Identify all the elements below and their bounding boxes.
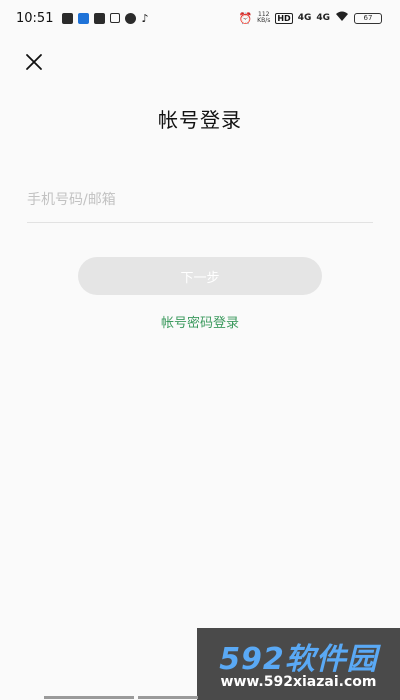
account-input[interactable]	[27, 182, 373, 218]
status-right: ⏰ 112 KB/s HD 4G 4G 67	[238, 11, 382, 25]
signal-2-icon: 4G	[316, 13, 330, 23]
page-title: 帐号登录	[158, 108, 242, 132]
tiktok-icon: ♪	[141, 11, 149, 25]
watermark-url: www.592xiazai.com	[220, 674, 377, 690]
next-button[interactable]: 下一步	[78, 257, 322, 295]
status-time: 10:51	[16, 10, 54, 26]
notification-app-icon	[78, 12, 90, 24]
signal-1-icon: 4G	[297, 13, 312, 23]
notification-app-icon	[62, 12, 74, 24]
battery-icon: 67	[354, 12, 382, 24]
close-button[interactable]	[22, 50, 46, 74]
account-input-wrapper	[27, 182, 373, 223]
wifi-icon	[335, 11, 349, 25]
password-login-link[interactable]: 帐号密码登录	[0, 312, 400, 331]
notification-app-icon	[110, 13, 121, 23]
watermark: 592软件园 www.592xiazai.com	[197, 628, 400, 700]
net-speed-unit: KB/s	[257, 17, 271, 24]
hd-badge: HD	[275, 12, 293, 24]
watermark-logo: 592软件园	[219, 642, 378, 677]
status-bar: 10:51 ♪ ⏰ 112 KB/s HD 4G 4G 67	[0, 0, 400, 36]
alarm-icon: ⏰	[238, 11, 253, 25]
status-left: 10:51 ♪	[16, 11, 149, 26]
nav-bar-line	[44, 696, 134, 699]
notification-app-icon	[125, 12, 137, 24]
notification-app-icon	[94, 12, 106, 24]
net-speed: 112 KB/s	[257, 12, 270, 24]
nav-bar-line	[138, 696, 198, 699]
close-icon	[26, 54, 42, 70]
